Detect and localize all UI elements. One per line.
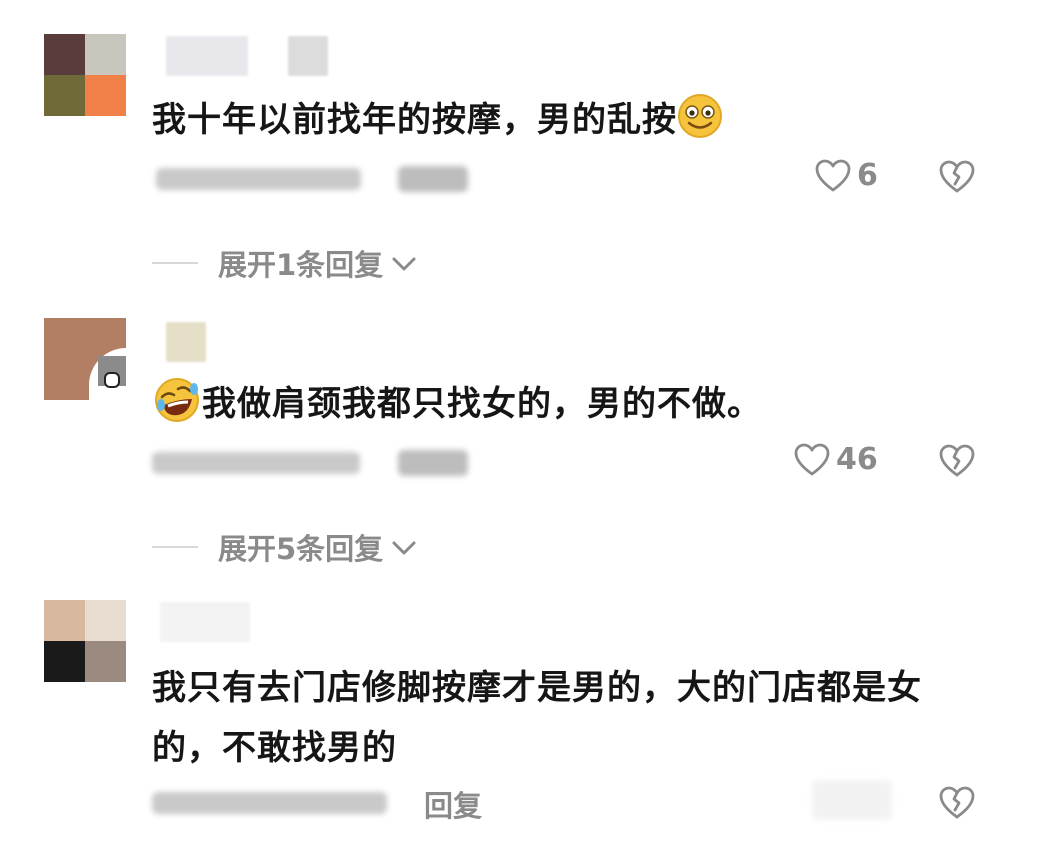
divider-line <box>152 546 198 548</box>
broken-heart-icon <box>938 786 976 820</box>
username-redacted <box>166 36 248 76</box>
broken-heart-icon <box>938 444 976 478</box>
heart-outline-icon <box>794 443 830 477</box>
timestamp-redacted <box>152 452 360 474</box>
divider-line <box>152 262 198 264</box>
comment-text: 我只有去门店修脚按摩才是男的，大的门店都是女 的，不敢找男的 <box>152 668 922 768</box>
dislike-button[interactable] <box>938 786 976 820</box>
comment-text: 我十年以前找年的按摩，男的乱按 <box>152 92 972 156</box>
comment-text: 我做肩颈我都只找女的，男的不做。 <box>152 376 972 440</box>
like-button[interactable]: 46 <box>794 442 878 477</box>
like-redacted <box>812 780 892 820</box>
avatar[interactable] <box>44 318 126 400</box>
dislike-button[interactable] <box>938 444 976 478</box>
like-count: 6 <box>857 158 878 193</box>
timestamp-redacted <box>152 792 387 814</box>
chevron-down-icon <box>391 246 417 280</box>
username-redacted <box>288 36 328 76</box>
username-redacted <box>160 602 250 642</box>
rolling-laughing-face-icon <box>154 377 200 440</box>
timestamp-redacted <box>156 168 361 190</box>
expand-replies-button[interactable]: 展开5条回复 <box>152 526 417 568</box>
broken-heart-icon <box>938 160 976 194</box>
like-button[interactable]: 6 <box>815 158 878 193</box>
reply-button[interactable]: 回复 <box>424 783 482 825</box>
location-redacted <box>398 450 468 476</box>
avatar[interactable] <box>44 34 126 116</box>
dislike-button[interactable] <box>938 160 976 194</box>
like-count: 46 <box>836 442 878 477</box>
heart-outline-icon <box>815 159 851 193</box>
expand-replies-label: 展开1条回复 <box>218 248 384 282</box>
location-redacted <box>398 166 468 192</box>
username-redacted <box>166 322 206 362</box>
expand-replies-button[interactable]: 展开1条回复 <box>152 242 417 284</box>
avatar[interactable] <box>44 600 126 682</box>
smiling-face-icon <box>677 93 723 156</box>
chevron-down-icon <box>391 530 417 564</box>
expand-replies-label: 展开5条回复 <box>218 532 384 566</box>
